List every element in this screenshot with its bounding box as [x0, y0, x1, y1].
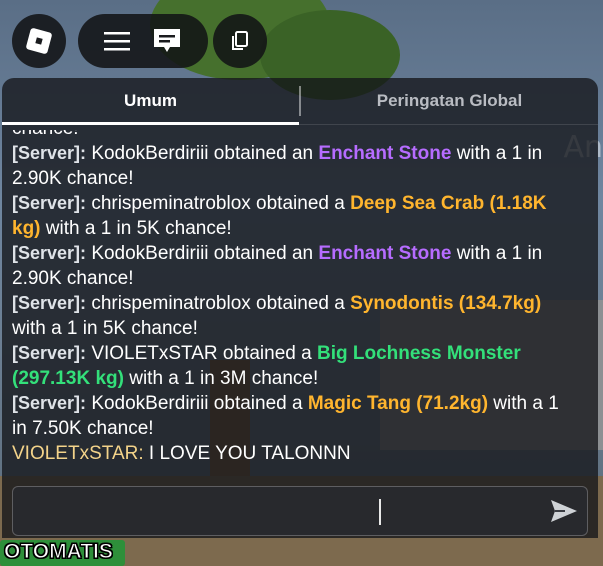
message-text: VIOLETxSTAR obtained a: [91, 343, 317, 364]
chat-message: [Server]: KodokBerdiriii obtained an Enc…: [12, 141, 578, 191]
message-text: chrispeminatroblox obtained a: [91, 193, 351, 214]
auto-mode-label[interactable]: OTOMATIS: [0, 538, 117, 566]
item-name: Synodontis (134.7kg): [350, 293, 542, 314]
message-text: chrispeminatroblox obtained a: [91, 293, 351, 314]
message-text: I LOVE YOU TALONNN: [143, 443, 351, 464]
server-tag: [Server]:: [12, 193, 87, 213]
item-name: Enchant Stone: [318, 143, 452, 164]
menu-chat-group: [78, 14, 208, 68]
server-tag: [Server]:: [12, 143, 87, 163]
username: VIOLETxSTAR:: [12, 443, 144, 464]
message-text: with a 1 in 5K chance!: [12, 318, 198, 339]
chat-message: [Server]: KodokBerdiriii obtained an Enc…: [12, 241, 578, 291]
server-tag: [Server]:: [12, 243, 87, 263]
tab-peringatan-global[interactable]: Peringatan Global: [301, 78, 598, 124]
message-text: KodokBerdiriii obtained an: [91, 143, 319, 164]
user-chat-message: VIOLETxSTAR: I LOVE YOU TALONNN: [12, 441, 578, 466]
server-tag: [Server]:: [12, 293, 87, 313]
message-text: KodokBerdiriii obtained a: [91, 393, 308, 414]
tab-umum[interactable]: Umum: [2, 78, 299, 125]
server-tag: [Server]:: [12, 343, 87, 363]
server-tag: [Server]:: [12, 393, 87, 413]
chat-input[interactable]: [12, 486, 588, 536]
roblox-logo-icon: [25, 27, 53, 55]
chat-window: Umum Peringatan Global chance! [Server]:…: [2, 78, 598, 538]
copy-button[interactable]: [213, 14, 267, 68]
text-cursor: [379, 499, 381, 525]
roblox-menu-button[interactable]: [12, 14, 66, 68]
item-name: Enchant Stone: [318, 243, 452, 264]
message-text: with a 1 in 3M chance!: [123, 368, 319, 389]
chat-message-partial: chance!: [12, 130, 578, 141]
item-name: Magic Tang (71.2kg): [307, 393, 489, 414]
copy-icon: [230, 30, 250, 52]
chat-tabs: Umum Peringatan Global: [2, 78, 598, 125]
chat-message: [Server]: chrispeminatroblox obtained a …: [12, 291, 578, 341]
message-text: with a 1 in 5K chance!: [40, 218, 232, 239]
message-text: KodokBerdiriii obtained an: [91, 243, 319, 264]
chat-messages[interactable]: chance! [Server]: KodokBerdiriii obtaine…: [12, 130, 578, 478]
chat-message: [Server]: chrispeminatroblox obtained a …: [12, 191, 578, 241]
menu-icon[interactable]: [103, 29, 131, 53]
chat-message: [Server]: VIOLETxSTAR obtained a Big Loc…: [12, 341, 578, 391]
chat-icon[interactable]: [151, 26, 183, 56]
send-icon[interactable]: [549, 498, 579, 524]
chat-message: [Server]: KodokBerdiriii obtained a Magi…: [12, 391, 578, 441]
